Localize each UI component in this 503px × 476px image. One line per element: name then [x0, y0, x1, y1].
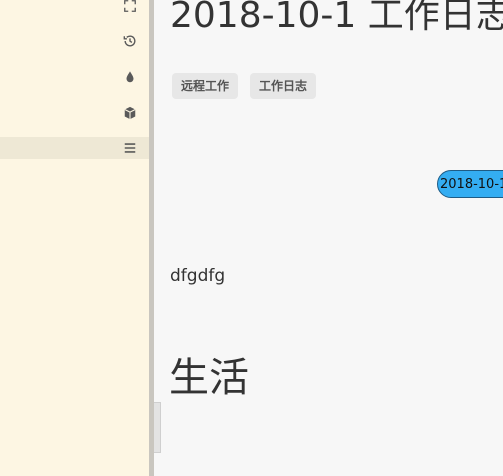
package-icon[interactable] — [121, 104, 139, 122]
body-paragraph: dfgdfg — [170, 266, 226, 286]
date-badge[interactable]: 2018-10-1 — [437, 170, 503, 198]
history-icon[interactable] — [121, 32, 139, 50]
menu-icon[interactable] — [121, 139, 139, 157]
section-heading: 生活 — [169, 355, 249, 401]
sidebar — [0, 0, 149, 476]
tag-remote-work[interactable]: 远程工作 — [172, 73, 239, 99]
page-title: 2018-10-1 工作日志 — [170, 0, 503, 36]
document-view: 2018-10-1 工作日志 远程工作 工作日志 2018-10-1 dfgdf… — [154, 0, 503, 476]
tag-work-log[interactable]: 工作日志 — [250, 73, 317, 99]
collapse-tab[interactable] — [154, 402, 161, 453]
theme-drop-icon[interactable] — [121, 68, 139, 86]
tag-list: 远程工作 工作日志 — [172, 73, 317, 99]
fullscreen-icon[interactable] — [121, 0, 139, 15]
